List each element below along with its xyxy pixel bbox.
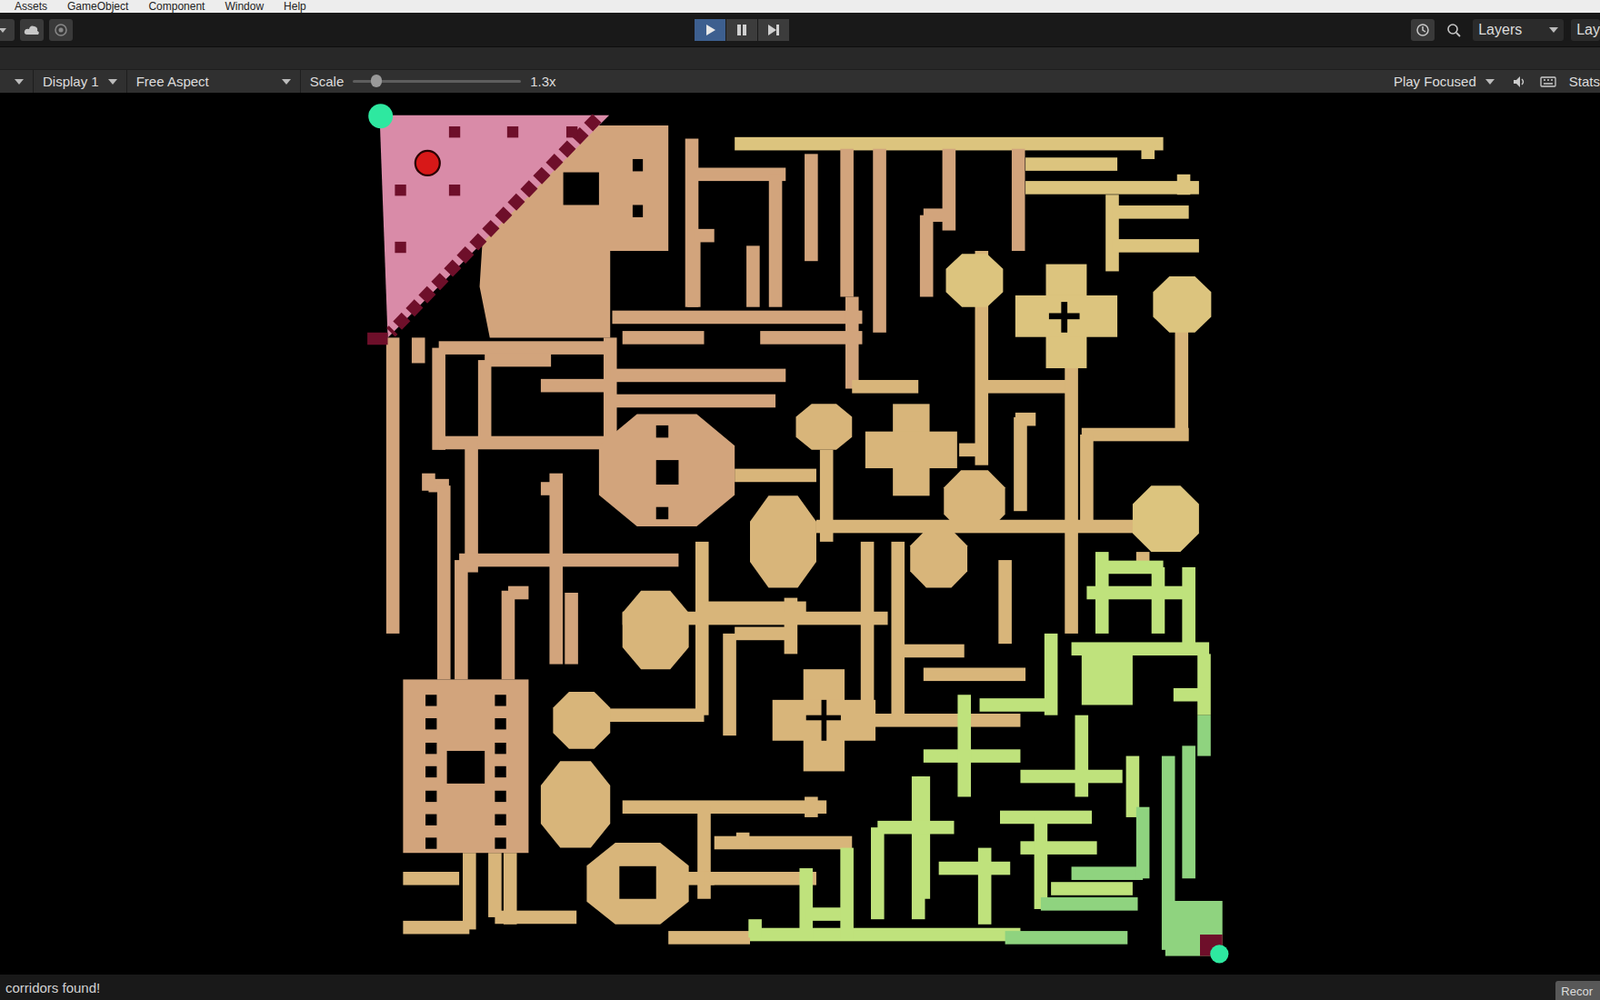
collab-button[interactable] — [49, 19, 73, 41]
record-badge[interactable]: Recor — [1555, 980, 1600, 1000]
dropdown-icon — [281, 78, 291, 86]
dungeon-map — [0, 92, 1600, 975]
stats-label: Stats — [1569, 73, 1600, 90]
layout-label: Lay — [1576, 21, 1600, 39]
tab-strip — [0, 47, 1600, 70]
keyboard-icon — [1540, 75, 1557, 89]
start-marker — [368, 103, 393, 129]
toolbar-right: Layers Lay — [1410, 19, 1600, 41]
status-bar: corridors found! Recor — [0, 974, 1600, 1000]
dropdown-icon — [0, 24, 9, 36]
dropdown-icon — [1549, 26, 1559, 34]
layout-dropdown[interactable]: Lay — [1570, 19, 1600, 41]
stats-button[interactable]: Stats — [1560, 73, 1600, 90]
cloud-icon — [23, 23, 40, 37]
account-button[interactable] — [0, 19, 15, 41]
focus-dropdown[interactable]: Play Focused — [1384, 73, 1504, 90]
play-button[interactable] — [694, 19, 726, 41]
dropdown-icon — [14, 78, 24, 86]
history-button[interactable] — [1410, 19, 1435, 41]
mute-button[interactable] — [1503, 75, 1537, 89]
pause-button[interactable] — [726, 19, 758, 41]
scale-value: 1.3x — [530, 73, 556, 90]
main-toolbar: Layers Lay — [0, 12, 1600, 48]
speaker-icon — [1512, 75, 1528, 89]
scale-label: Scale — [310, 73, 345, 90]
goal-marker — [1210, 944, 1229, 963]
separator — [32, 70, 34, 94]
cloud-button[interactable] — [20, 19, 44, 41]
toolbar-left — [0, 19, 73, 41]
aspect-dropdown[interactable]: Free Aspect — [127, 73, 300, 90]
menu-item[interactable]: GameObject — [67, 0, 129, 13]
scale-knob[interactable] — [370, 74, 382, 88]
step-icon — [767, 23, 780, 37]
status-message: corridors found! — [5, 980, 100, 996]
layers-label: Layers — [1478, 21, 1522, 39]
play-controls — [694, 19, 790, 41]
history-icon — [1415, 22, 1430, 38]
view-menu[interactable] — [0, 78, 33, 86]
scale-slider[interactable] — [352, 80, 521, 83]
game-view-toolbar: Display 1 Free Aspect Scale 1.3x Play Focuse… — [0, 69, 1600, 93]
menu-item[interactable]: Window — [224, 0, 264, 13]
collab-icon — [53, 22, 69, 38]
display-dropdown[interactable]: Display 1 — [33, 73, 127, 90]
step-button[interactable] — [758, 19, 790, 41]
aspect-label: Free Aspect — [136, 73, 210, 90]
separator — [300, 70, 301, 94]
menu-bar: Assets GameObject Component Window Help — [0, 0, 1600, 13]
search-icon — [1446, 22, 1461, 38]
pause-icon — [735, 23, 749, 37]
focus-label: Play Focused — [1393, 73, 1477, 90]
dropdown-icon — [108, 78, 118, 86]
layers-dropdown[interactable]: Layers — [1472, 19, 1564, 41]
game-view[interactable] — [0, 92, 1600, 975]
menu-item[interactable]: Help — [283, 0, 307, 13]
scale-control: Scale 1.3x — [300, 73, 566, 90]
display-label: Display 1 — [42, 73, 100, 90]
search-button[interactable] — [1441, 19, 1466, 41]
player-marker — [415, 150, 440, 176]
dropdown-icon — [1485, 78, 1495, 86]
menu-item[interactable]: Component — [148, 0, 205, 13]
play-icon — [703, 23, 717, 37]
menu-item[interactable]: Assets — [14, 0, 48, 13]
separator — [126, 70, 128, 94]
shortcuts-button[interactable] — [1536, 75, 1560, 89]
